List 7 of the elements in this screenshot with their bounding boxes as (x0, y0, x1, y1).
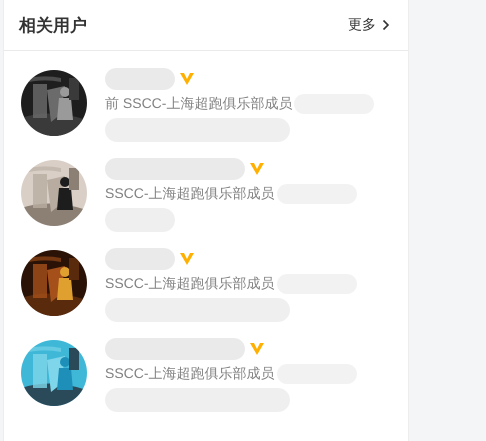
user-description: SSCC-上海超跑俱乐部成员 (105, 185, 275, 203)
user-description: SSCC-上海超跑俱乐部成员 (105, 275, 275, 293)
user-description: SSCC-上海超跑俱乐部成员 (105, 365, 275, 383)
section-title: 相关用户 (19, 14, 87, 36)
chevron-right-icon (382, 19, 390, 31)
user-description: 前 SSCC-上海超跑俱乐部成员 (105, 95, 292, 113)
more-link[interactable]: 更多 (348, 16, 390, 34)
